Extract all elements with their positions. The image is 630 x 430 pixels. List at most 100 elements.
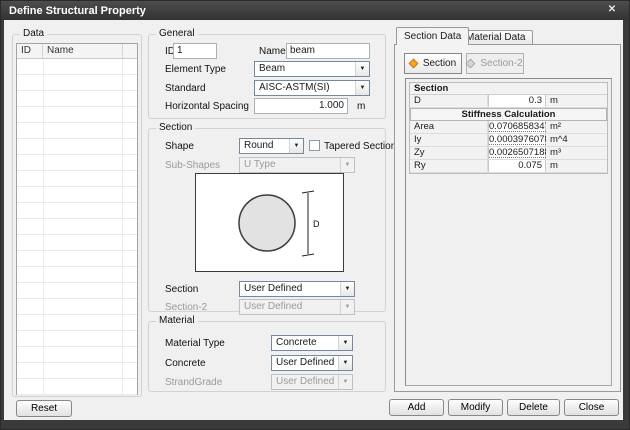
tab-material-data-label: Material Data — [466, 32, 525, 43]
data-table-row[interactable] — [17, 379, 137, 395]
material-group-label: Material — [156, 315, 198, 326]
data-table-row[interactable] — [17, 347, 137, 363]
data-table-row[interactable] — [17, 171, 137, 187]
data-table-row[interactable] — [17, 187, 137, 203]
diagram-dimension-label: D — [313, 219, 320, 229]
horizontal-spacing-unit: m — [357, 101, 365, 112]
horizontal-spacing-input[interactable]: 1.000 — [254, 98, 348, 114]
chevron-down-icon: ▼ — [289, 139, 303, 153]
general-group: General ID 1 Name beam Element Type Beam… — [148, 34, 386, 119]
stiffness-row-value[interactable]: 0.075 — [488, 160, 546, 172]
d-row-unit: m — [546, 95, 607, 107]
d-row-label: D — [410, 95, 488, 107]
data-table-row[interactable] — [17, 107, 137, 123]
tapered-section-label: Tapered Section — [324, 141, 396, 152]
data-table-row[interactable] — [17, 331, 137, 347]
material-type-select[interactable]: Concrete ▼ — [271, 335, 353, 351]
round-section-drawing: D — [196, 174, 343, 271]
data-col-divider-1 — [43, 59, 44, 394]
horizontal-spacing-label: Horizontal Spacing — [165, 101, 249, 112]
id-input[interactable]: 1 — [173, 43, 217, 59]
tapered-section-checkbox[interactable] — [309, 140, 320, 151]
section-group-label: Section — [156, 122, 195, 133]
stiffness-row-value[interactable]: 0.0026507188 — [488, 147, 546, 159]
data-table-row[interactable] — [17, 139, 137, 155]
shape-value: Round — [244, 140, 273, 151]
name-input[interactable]: beam — [286, 43, 370, 59]
tab-section-data-label: Section Data — [404, 31, 461, 42]
strand-grade-select: User Defined ▼ — [271, 374, 353, 390]
section-table-header: Section — [410, 83, 607, 95]
data-table-row[interactable] — [17, 219, 137, 235]
titlebar: Define Structural Property ✕ — [1, 1, 629, 20]
section-toggle-label: Section — [423, 58, 456, 69]
data-table-row[interactable] — [17, 123, 137, 139]
stiffness-row-unit: m — [546, 160, 607, 172]
d-row-value[interactable]: 0.3 — [488, 95, 546, 107]
chevron-down-icon: ▼ — [338, 356, 352, 370]
stiffness-row-unit: m³ — [546, 147, 607, 159]
stiffness-row-unit: m^4 — [546, 134, 607, 146]
section-data-tabpage: Section Section-2 Section D 0.3 m Stiffn… — [394, 44, 621, 392]
data-table-row[interactable] — [17, 75, 137, 91]
tab-section-data[interactable]: Section Data — [396, 27, 469, 45]
data-table-row[interactable] — [17, 283, 137, 299]
section-toggle-button[interactable]: Section — [404, 53, 462, 74]
data-table-row[interactable] — [17, 203, 137, 219]
section2-toggle-label: Section-2 — [480, 58, 522, 69]
data-col-divider-2 — [122, 59, 123, 394]
data-table: ID Name — [16, 43, 138, 395]
stiffness-row-label: Area — [410, 121, 488, 133]
close-button[interactable]: Close — [564, 399, 619, 416]
material-type-label: Material Type — [165, 338, 225, 349]
data-table-row[interactable] — [17, 235, 137, 251]
data-group: Data ID Name — [12, 34, 142, 397]
strand-grade-value: User Defined — [276, 376, 334, 387]
stiffness-row: Ry0.075m — [410, 160, 607, 173]
standard-select[interactable]: AISC-ASTM(SI) ▼ — [254, 80, 370, 96]
concrete-select[interactable]: User Defined ▼ — [271, 355, 353, 371]
chevron-down-icon: ▼ — [338, 375, 352, 389]
shape-select[interactable]: Round ▼ — [239, 138, 304, 154]
stiffness-row-label: Zy — [410, 147, 488, 159]
data-table-row[interactable] — [17, 155, 137, 171]
modify-button[interactable]: Modify — [448, 399, 503, 416]
chevron-down-icon: ▼ — [340, 282, 354, 296]
add-button[interactable]: Add — [389, 399, 444, 416]
close-icon[interactable]: ✕ — [605, 4, 619, 15]
delete-button[interactable]: Delete — [507, 399, 560, 416]
tab-material-data[interactable]: Material Data — [458, 30, 533, 45]
section-select[interactable]: User Defined ▼ — [239, 281, 355, 297]
data-table-row[interactable] — [17, 315, 137, 331]
reset-button[interactable]: Reset — [16, 400, 72, 417]
data-table-row[interactable] — [17, 59, 137, 75]
section2-select: User Defined ▼ — [239, 299, 355, 315]
stiffness-row-value[interactable]: 0.0003976078 — [488, 134, 546, 146]
stiffness-row-value[interactable]: 0.0706858347 — [488, 121, 546, 133]
stiffness-row: Area0.0706858347m² — [410, 121, 607, 134]
general-group-label: General — [156, 28, 198, 39]
data-table-row[interactable] — [17, 91, 137, 107]
element-type-select[interactable]: Beam ▼ — [254, 61, 370, 77]
dialog-window: Define Structural Property ✕ Data ID Nam… — [0, 0, 630, 430]
section-data-table: Section D 0.3 m Stiffness Calculation Ar… — [409, 82, 608, 174]
data-table-row[interactable] — [17, 251, 137, 267]
concrete-label: Concrete — [165, 358, 206, 369]
data-table-row[interactable] — [17, 363, 137, 379]
chevron-down-icon: ▼ — [340, 158, 354, 172]
data-table-row[interactable] — [17, 299, 137, 315]
chevron-down-icon: ▼ — [355, 62, 369, 76]
section-data-table-container: Section D 0.3 m Stiffness Calculation Ar… — [405, 78, 612, 386]
data-table-row[interactable] — [17, 267, 137, 283]
sub-shapes-select: U Type ▼ — [239, 157, 355, 173]
section-group: Section Shape Round ▼ Tapered Section Su… — [148, 128, 386, 312]
stiffness-row-unit: m² — [546, 121, 607, 133]
concrete-value: User Defined — [276, 357, 334, 368]
section-shape-diagram: D — [195, 173, 344, 272]
dialog-content: Data ID Name Reset General ID 1 Name bea… — [4, 20, 623, 420]
standard-value: AISC-ASTM(SI) — [259, 82, 330, 93]
section2-toggle-button: Section-2 — [466, 53, 524, 74]
shape-label: Shape — [165, 141, 194, 152]
data-col-name: Name — [43, 44, 123, 58]
section-select-value: User Defined — [244, 283, 302, 294]
